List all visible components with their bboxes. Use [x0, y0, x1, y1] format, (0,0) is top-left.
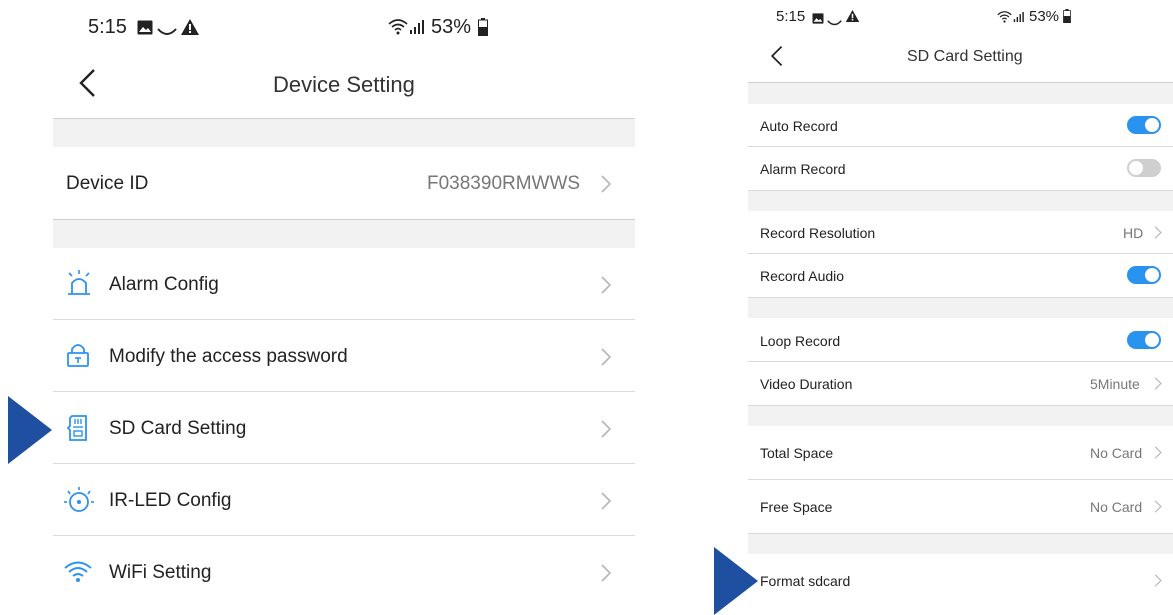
loop-record-toggle[interactable] — [1127, 331, 1161, 349]
menu-item-label: WiFi Setting — [109, 562, 212, 583]
menu-item-sd-card-setting[interactable]: SD Card Setting — [53, 392, 635, 464]
chevron-right-icon — [601, 276, 612, 299]
auto-record-toggle[interactable] — [1127, 116, 1161, 134]
menu-item-label: Alarm Config — [109, 274, 219, 295]
gallery-icon — [812, 11, 824, 29]
menu-item-alarm-config[interactable]: Alarm Config — [53, 248, 635, 320]
sd-card-icon — [66, 414, 90, 447]
record-audio-row: Record Audio — [748, 254, 1173, 297]
cast-icon — [157, 24, 177, 42]
wifi-status-icon — [997, 10, 1012, 28]
row-label: Record Resolution — [760, 225, 876, 241]
alarm-record-row: Alarm Record — [748, 147, 1173, 190]
auto-record-row: Auto Record — [748, 104, 1173, 146]
row-label: Alarm Record — [760, 161, 846, 177]
chevron-right-icon — [601, 175, 612, 198]
row-label: Format sdcard — [760, 573, 851, 589]
status-time: 5:15 — [88, 16, 127, 38]
signal-icon — [409, 19, 427, 40]
row-label: Record Audio — [760, 268, 845, 284]
lock-icon — [66, 342, 90, 373]
row-value: No Card — [1090, 445, 1143, 461]
chevron-right-icon — [1154, 446, 1162, 464]
device-id-value: F038390RMWWS — [427, 173, 581, 194]
free-space-row[interactable]: Free Space No Card — [748, 480, 1173, 533]
pointer-arrow — [8, 396, 52, 464]
chevron-right-icon — [601, 564, 612, 587]
loop-record-row: Loop Record — [748, 318, 1173, 360]
battery-icon — [1063, 9, 1071, 28]
wifi-icon — [63, 561, 93, 588]
back-button[interactable] — [78, 68, 96, 103]
pointer-arrow — [714, 547, 758, 615]
row-value: No Card — [1090, 499, 1143, 515]
chevron-right-icon — [1154, 574, 1162, 592]
format-sdcard-row[interactable]: Format sdcard — [748, 554, 1173, 613]
menu-item-wifi-setting[interactable]: WiFi Setting — [53, 536, 635, 608]
menu-item-label: IR-LED Config — [109, 490, 232, 511]
video-duration-row[interactable]: Video Duration 5Minute — [748, 362, 1173, 405]
chevron-right-icon — [601, 420, 612, 443]
cast-icon — [827, 14, 842, 32]
row-label: Video Duration — [760, 376, 853, 392]
menu-item-modify-password[interactable]: Modify the access password — [53, 320, 635, 392]
row-label: Auto Record — [760, 118, 838, 134]
menu-item-ir-led-config[interactable]: IR-LED Config — [53, 464, 635, 536]
back-button[interactable] — [770, 45, 783, 72]
record-resolution-row[interactable]: Record Resolution HD — [748, 211, 1173, 253]
chevron-right-icon — [1154, 500, 1162, 518]
row-label: Loop Record — [760, 333, 841, 349]
chevron-right-icon — [1154, 377, 1162, 395]
warning-icon — [845, 9, 860, 28]
menu-item-label: SD Card Setting — [109, 418, 247, 439]
record-audio-toggle[interactable] — [1127, 266, 1161, 284]
status-battery: 53% — [1029, 8, 1060, 25]
device-id-row[interactable]: Device ID F038390RMWWS — [53, 147, 635, 219]
menu-item-label: Modify the access password — [109, 346, 348, 367]
row-value: HD — [1123, 225, 1144, 241]
gallery-icon — [137, 20, 153, 40]
ir-led-icon — [64, 486, 94, 519]
wifi-status-icon — [388, 19, 408, 40]
page-title: Device Setting — [273, 72, 415, 97]
warning-icon — [180, 18, 200, 41]
total-space-row[interactable]: Total Space No Card — [748, 426, 1173, 479]
status-battery: 53% — [431, 16, 472, 38]
chevron-right-icon — [601, 348, 612, 371]
alarm-record-toggle[interactable] — [1127, 159, 1161, 177]
row-label: Total Space — [760, 445, 834, 461]
row-value: 5Minute — [1090, 376, 1140, 392]
row-label: Free Space — [760, 499, 833, 515]
chevron-right-icon — [601, 492, 612, 515]
chevron-right-icon — [1154, 226, 1162, 244]
signal-icon — [1013, 10, 1026, 28]
alarm-icon — [66, 269, 92, 302]
page-title: SD Card Setting — [907, 48, 1023, 65]
device-id-label: Device ID — [66, 173, 149, 194]
status-time: 5:15 — [776, 8, 806, 25]
battery-icon — [478, 18, 488, 41]
